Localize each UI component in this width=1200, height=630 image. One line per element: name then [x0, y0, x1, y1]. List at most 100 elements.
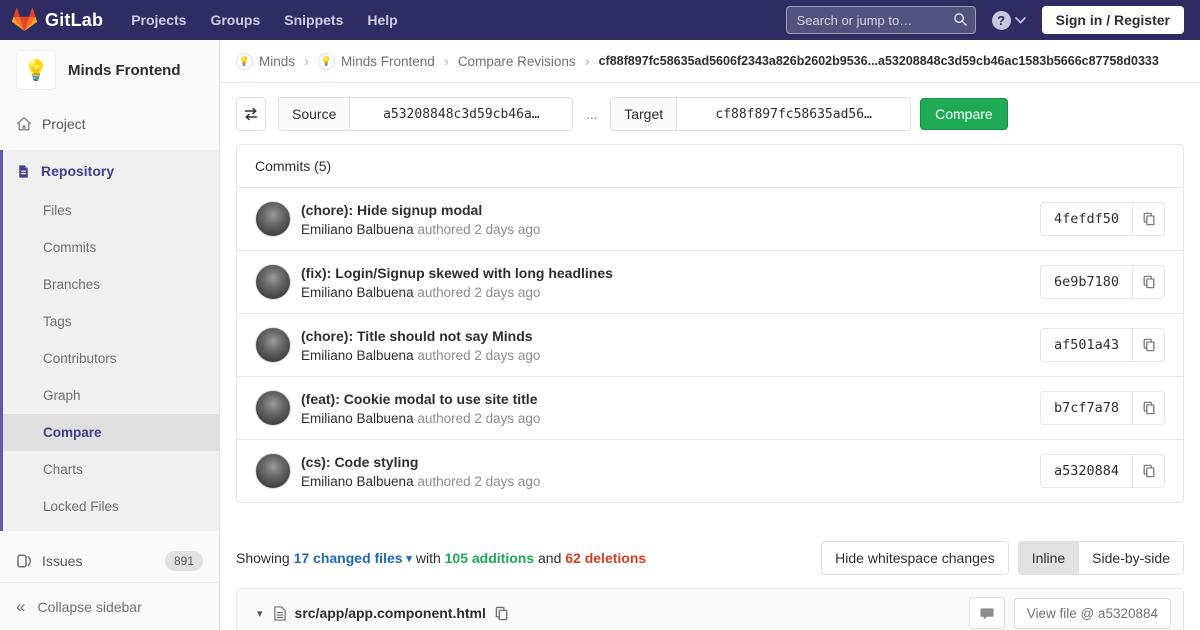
commit-sha[interactable]: 6e9b7180 — [1041, 266, 1132, 298]
breadcrumb: 💡 Minds › 💡 Minds Frontend › Compare Rev… — [220, 40, 1200, 83]
avatar[interactable] — [255, 327, 291, 363]
minds-frontend-avatar: 💡 — [318, 53, 335, 70]
commit-author-link[interactable]: Emiliano Balbuena — [301, 411, 414, 426]
swap-revisions-button[interactable] — [236, 97, 266, 131]
changed-files-label: 17 changed files — [294, 550, 403, 566]
sidebar-item-graph[interactable]: Graph — [3, 377, 219, 414]
compare-revisions-form: Source ... Target Compare — [220, 83, 1200, 144]
additions-count: 105 additions — [445, 550, 534, 566]
search-icon — [953, 12, 968, 27]
collapse-icon: « — [16, 598, 25, 615]
commit-authored-time: authored 2 days ago — [417, 285, 540, 300]
collapse-diff-caret[interactable]: ▾ — [257, 607, 263, 620]
commit-title-link[interactable]: (fix): Login/Signup skewed with long hea… — [301, 265, 613, 281]
minds-avatar: 💡 — [236, 53, 253, 70]
sidebar-item-commits[interactable]: Commits — [3, 229, 219, 266]
breadcrumb-compare-revisions-label: Compare Revisions — [458, 54, 576, 69]
gitlab-logo[interactable]: GitLab — [12, 8, 103, 32]
issues-label: Issues — [42, 553, 82, 569]
commit-author-link[interactable]: Emiliano Balbuena — [301, 474, 414, 489]
commit-title-link[interactable]: (chore): Title should not say Minds — [301, 328, 540, 344]
breadcrumb-minds[interactable]: 💡 Minds — [236, 53, 295, 70]
deletions-count: 62 deletions — [565, 550, 646, 566]
sidebar-item-label: Project — [42, 116, 86, 132]
target-ref-input[interactable] — [676, 97, 911, 131]
sidebar-item-repository[interactable]: Repository — [3, 150, 219, 192]
commit-row: (chore): Title should not say Minds Emil… — [237, 314, 1183, 377]
commit-sha[interactable]: af501a43 — [1041, 329, 1132, 361]
sidebar-item-issues[interactable]: Issues 891 — [0, 541, 219, 581]
sidebar-item-locked-files[interactable]: Locked Files — [3, 488, 219, 525]
nav-projects[interactable]: Projects — [121, 6, 196, 34]
copy-sha-button[interactable] — [1132, 392, 1164, 424]
avatar[interactable] — [255, 201, 291, 237]
commit-sha-group: af501a43 — [1040, 328, 1165, 362]
sidebar-item-compare[interactable]: Compare — [3, 414, 219, 451]
diff-file-path[interactable]: src/app/app.component.html — [295, 605, 486, 621]
diff-summary-bar: Showing 17 changed files ▾ with 105 addi… — [236, 541, 1184, 575]
commit-sha[interactable]: 4fefdf50 — [1041, 203, 1132, 235]
breadcrumb-compare-revisions[interactable]: Compare Revisions — [458, 54, 576, 69]
commit-title-link[interactable]: (cs): Code styling — [301, 454, 540, 470]
commit-title-link[interactable]: (feat): Cookie modal to use site title — [301, 391, 540, 407]
inline-view-button[interactable]: Inline — [1019, 542, 1078, 574]
avatar[interactable] — [255, 390, 291, 426]
commit-author-link[interactable]: Emiliano Balbuena — [301, 285, 414, 300]
view-file-button[interactable]: View file @ a5320884 — [1014, 598, 1171, 629]
compare-button[interactable]: Compare — [920, 98, 1008, 130]
commit-sha-group: b7cf7a78 — [1040, 391, 1165, 425]
sidebar-item-tags[interactable]: Tags — [3, 303, 219, 340]
hide-whitespace-button[interactable]: Hide whitespace changes — [821, 541, 1009, 575]
commit-author-link[interactable]: Emiliano Balbuena — [301, 222, 414, 237]
commits-panel-header: Commits (5) — [237, 145, 1183, 188]
help-menu[interactable]: ? — [992, 11, 1026, 30]
copy-file-path-button[interactable] — [494, 606, 509, 621]
diff-file-panel: ▾ src/app/app.component.html — [236, 588, 1184, 630]
comment-icon — [979, 606, 995, 621]
project-avatar: 💡 — [16, 50, 56, 90]
sign-in-register-button[interactable]: Sign in / Register — [1042, 6, 1184, 34]
toggle-comments-button[interactable] — [969, 597, 1005, 629]
breadcrumb-minds-frontend[interactable]: 💡 Minds Frontend — [318, 53, 435, 70]
source-ref-input[interactable] — [349, 97, 573, 131]
commit-authored-time: authored 2 days ago — [417, 474, 540, 489]
nav-snippets[interactable]: Snippets — [274, 6, 353, 34]
repository-section: Repository Files Commits Branches Tags C… — [0, 150, 219, 531]
copy-sha-button[interactable] — [1132, 329, 1164, 361]
sidebar-item-project[interactable]: Project — [0, 104, 219, 144]
commit-row: (chore): Hide signup modal Emiliano Balb… — [237, 188, 1183, 251]
commit-authored-time: authored 2 days ago — [417, 348, 540, 363]
sidebar-item-charts[interactable]: Charts — [3, 451, 219, 488]
copy-icon — [1142, 338, 1156, 352]
sidebar-item-branches[interactable]: Branches — [3, 266, 219, 303]
breadcrumb-minds-label: Minds — [259, 54, 295, 69]
commits-panel: Commits (5) (chore): Hide signup modal E… — [236, 144, 1184, 503]
copy-sha-button[interactable] — [1132, 455, 1164, 487]
repository-submenu: Files Commits Branches Tags Contributors… — [3, 192, 219, 531]
avatar[interactable] — [255, 453, 291, 489]
copy-sha-button[interactable] — [1132, 203, 1164, 235]
copy-icon — [1142, 401, 1156, 415]
swap-icon — [243, 106, 259, 122]
commit-sha-group: 6e9b7180 — [1040, 265, 1165, 299]
nav-groups[interactable]: Groups — [200, 6, 270, 34]
breadcrumb-separator: › — [444, 53, 449, 70]
nav-help[interactable]: Help — [357, 6, 407, 34]
breadcrumb-separator: › — [585, 53, 590, 70]
changed-files-dropdown[interactable]: 17 changed files ▾ — [294, 550, 412, 566]
copy-sha-button[interactable] — [1132, 266, 1164, 298]
avatar[interactable] — [255, 264, 291, 300]
commit-sha[interactable]: b7cf7a78 — [1041, 392, 1132, 424]
side-by-side-view-button[interactable]: Side-by-side — [1078, 542, 1183, 574]
project-header[interactable]: 💡 Minds Frontend — [0, 40, 219, 104]
collapse-sidebar-button[interactable]: « Collapse sidebar — [0, 582, 219, 630]
commit-row: (feat): Cookie modal to use site title E… — [237, 377, 1183, 440]
sidebar-item-contributors[interactable]: Contributors — [3, 340, 219, 377]
commit-title-link[interactable]: (chore): Hide signup modal — [301, 202, 540, 218]
commit-sha-group: a5320884 — [1040, 454, 1165, 488]
sidebar-item-files[interactable]: Files — [3, 192, 219, 229]
main-content: 💡 Minds › 💡 Minds Frontend › Compare Rev… — [220, 40, 1200, 630]
commit-sha[interactable]: a5320884 — [1041, 455, 1132, 487]
commit-author-link[interactable]: Emiliano Balbuena — [301, 348, 414, 363]
search-input[interactable] — [786, 6, 976, 34]
